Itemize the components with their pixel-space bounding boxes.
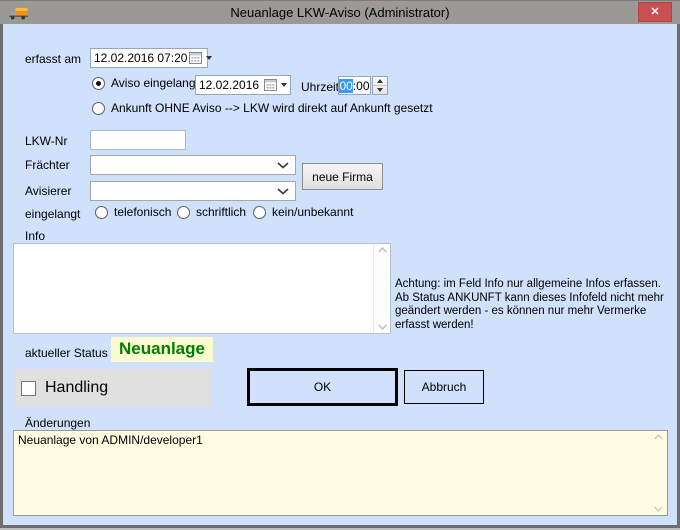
time-minutes: 00: [356, 79, 369, 93]
lkw-nr-label: LKW-Nr: [25, 134, 67, 148]
erfasst-am-value: 12.02.2016 07:20: [94, 51, 187, 65]
aenderungen-textarea-wrap: Neuanlage von ADMIN/developer1: [13, 430, 668, 516]
chevron-down-icon: [277, 184, 289, 198]
avisierer-label: Avisierer: [25, 184, 71, 198]
neue-firma-button[interactable]: neue Firma: [302, 163, 383, 190]
schriftlich-label: schriftlich: [196, 205, 246, 219]
aenderungen-textarea[interactable]: Neuanlage von ADMIN/developer1: [14, 431, 650, 515]
radio-aviso-eingelangt[interactable]: Aviso eingelangt: [92, 76, 199, 90]
radio-unselected-icon: [95, 206, 108, 219]
time-spinner: [372, 76, 388, 95]
close-icon: ✕: [650, 6, 659, 18]
chevron-down-icon: [277, 158, 289, 172]
titlebar[interactable]: Neuanlage LKW-Aviso (Administrator) ✕: [0, 0, 680, 24]
scroll-down-icon: [654, 506, 663, 512]
handling-label: Handling: [45, 379, 108, 397]
telefonisch-label: telefonisch: [114, 205, 171, 219]
scroll-up-icon: [378, 247, 387, 253]
radio-unselected-icon: [177, 206, 190, 219]
aviso-date-picker[interactable]: 12.02.2016: [195, 75, 291, 95]
erfasst-am-datetime-picker[interactable]: 12.02.2016 07:20: [90, 48, 208, 68]
radio-telefonisch[interactable]: telefonisch: [95, 205, 171, 219]
chevron-down-icon: [281, 83, 287, 87]
close-button[interactable]: ✕: [638, 2, 672, 22]
calendar-icon: [264, 79, 277, 91]
arrow-down-icon: [377, 88, 383, 92]
scroll-down-icon: [378, 324, 387, 330]
spinner-up-button[interactable]: [373, 77, 387, 86]
handling-panel: Handling: [13, 369, 211, 407]
chevron-down-icon: [206, 56, 212, 60]
uhrzeit-time-input[interactable]: 00:00: [338, 76, 371, 95]
eingelangt-label: eingelangt: [25, 207, 80, 221]
radio-schriftlich[interactable]: schriftlich: [177, 205, 246, 219]
lkw-nr-input[interactable]: [90, 130, 186, 150]
uhrzeit-label: Uhrzeit: [301, 80, 339, 94]
aenderungen-scrollbar[interactable]: [650, 431, 667, 515]
abbruch-button[interactable]: Abbruch: [404, 370, 484, 404]
spinner-down-button[interactable]: [373, 86, 387, 94]
info-warning-text: Achtung: im Feld Info nur allgemeine Inf…: [395, 278, 680, 332]
aenderungen-label: Änderungen: [25, 416, 90, 430]
window-title: Neuanlage LKW-Aviso (Administrator): [0, 5, 680, 20]
fraechter-label: Frächter: [25, 158, 70, 172]
calendar-icon: [189, 52, 202, 64]
radio-ankunft-ohne-aviso[interactable]: Ankunft OHNE Aviso --> LKW wird direkt a…: [92, 101, 433, 115]
aviso-date-value: 12.02.2016: [199, 78, 262, 92]
kein-unbekannt-label: kein/unbekannt: [272, 205, 353, 219]
info-label: Info: [25, 229, 45, 243]
aviso-option-label: Aviso eingelangt: [111, 76, 199, 90]
avisierer-combobox[interactable]: [90, 181, 296, 201]
info-textarea-wrap: [13, 243, 391, 334]
info-textarea[interactable]: [14, 244, 373, 333]
info-scrollbar[interactable]: [373, 244, 390, 333]
dialog-window: Neuanlage LKW-Aviso (Administrator) ✕ er…: [0, 0, 680, 530]
handling-checkbox[interactable]: [21, 381, 36, 396]
ankunft-option-label: Ankunft OHNE Aviso --> LKW wird direkt a…: [111, 101, 433, 115]
radio-unselected-icon: [253, 206, 266, 219]
erfasst-am-label: erfasst am: [25, 52, 81, 66]
radio-selected-icon: [92, 77, 105, 90]
ok-button[interactable]: OK: [247, 368, 398, 406]
status-label: aktueller Status: [25, 346, 108, 360]
fraechter-combobox[interactable]: [90, 155, 296, 175]
scroll-up-icon: [654, 434, 663, 440]
time-hours: 00: [339, 79, 352, 93]
radio-kein-unbekannt[interactable]: kein/unbekannt: [253, 205, 353, 219]
radio-unselected-icon: [92, 102, 105, 115]
arrow-up-icon: [377, 79, 383, 83]
status-badge: Neuanlage: [111, 337, 213, 362]
dialog-body: erfasst am 12.02.2016 07:20 Aviso eingel…: [3, 24, 677, 525]
